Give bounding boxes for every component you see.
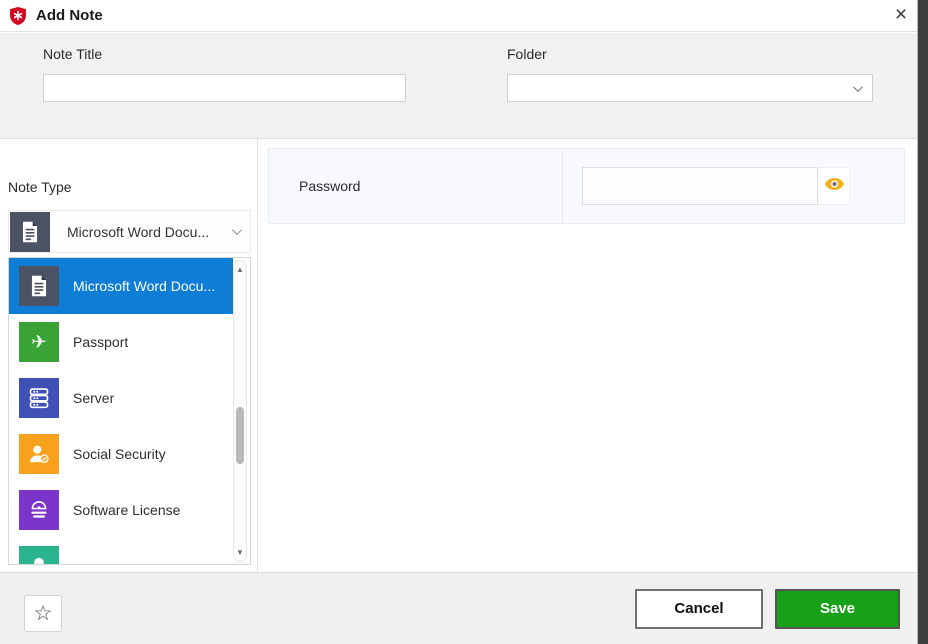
note-type-item-label: Software License <box>73 502 180 518</box>
note-type-selected-value: Microsoft Word Docu... <box>67 224 232 240</box>
note-type-combobox[interactable]: Microsoft Word Docu... <box>8 210 251 253</box>
folder-dropdown[interactable] <box>507 74 873 102</box>
eye-icon <box>824 177 845 196</box>
note-type-item-label: Server <box>73 390 114 406</box>
dialog-title: Add Note <box>36 0 103 31</box>
note-type-item-microsoft-word-docu[interactable]: Microsoft Word Docu... <box>9 258 233 314</box>
chevron-down-icon <box>853 82 863 92</box>
scroll-down-icon[interactable]: ▼ <box>234 548 246 557</box>
word-document-icon <box>19 266 59 306</box>
svg-text:✈: ✈ <box>31 331 46 352</box>
close-icon[interactable]: × <box>886 0 916 31</box>
add-note-dialog: Add Note × Note Title Folder Note Type M… <box>0 0 928 644</box>
password-field-wrap <box>582 149 850 223</box>
software-license-icon <box>19 490 59 530</box>
note-type-item-partial[interactable] <box>9 538 233 565</box>
passport-icon: ✈ <box>19 322 59 362</box>
note-type-item-label: Microsoft Word Docu... <box>73 278 215 294</box>
note-title-label: Note Title <box>43 46 102 62</box>
dialog-footer: ☆ Cancel Save <box>0 572 917 644</box>
note-type-item-label: Social Security <box>73 446 166 462</box>
note-type-panel: Note Type Microsoft Word Docu... Microso… <box>0 139 258 572</box>
note-type-item-social-security[interactable]: Social Security <box>9 426 233 482</box>
scrollbar-thumb[interactable] <box>236 407 244 464</box>
form-band: Note Title Folder <box>0 33 917 139</box>
social-security-icon <box>19 434 59 474</box>
note-type-item-server[interactable]: Server <box>9 370 233 426</box>
folder-label: Folder <box>507 46 547 62</box>
dialog-body: Add Note × Note Title Folder Note Type M… <box>0 0 918 644</box>
cancel-button[interactable]: Cancel <box>635 589 763 629</box>
password-row: Password <box>268 148 905 224</box>
scroll-up-icon[interactable]: ▲ <box>234 265 246 274</box>
note-type-list: Microsoft Word Docu... ✈ Passport Server Soc… <box>8 257 251 565</box>
note-type-item-passport[interactable]: ✈ Passport <box>9 314 233 370</box>
note-type-item-software-license[interactable]: Software License <box>9 482 233 538</box>
password-label-cell: Password <box>269 149 563 223</box>
note-title-input[interactable] <box>43 74 406 102</box>
password-label: Password <box>299 178 360 194</box>
keeper-shield-icon <box>8 6 28 26</box>
server-icon <box>19 378 59 418</box>
favorite-button[interactable]: ☆ <box>24 595 62 632</box>
note-type-label: Note Type <box>8 179 72 195</box>
note-type-item-label: Passport <box>73 334 128 350</box>
password-input[interactable] <box>582 167 818 205</box>
star-icon: ☆ <box>34 602 53 625</box>
word-document-icon <box>10 212 50 252</box>
background-window-edge <box>918 0 928 644</box>
dialog-header: Add Note × <box>0 0 917 32</box>
save-button[interactable]: Save <box>775 589 900 629</box>
main-area: Note Type Microsoft Word Docu... Microso… <box>0 139 917 572</box>
show-password-button[interactable] <box>819 167 850 205</box>
partial-item-icon <box>19 546 59 565</box>
chevron-down-icon <box>232 225 242 235</box>
list-scrollbar[interactable]: ▲ ▼ <box>233 260 247 562</box>
